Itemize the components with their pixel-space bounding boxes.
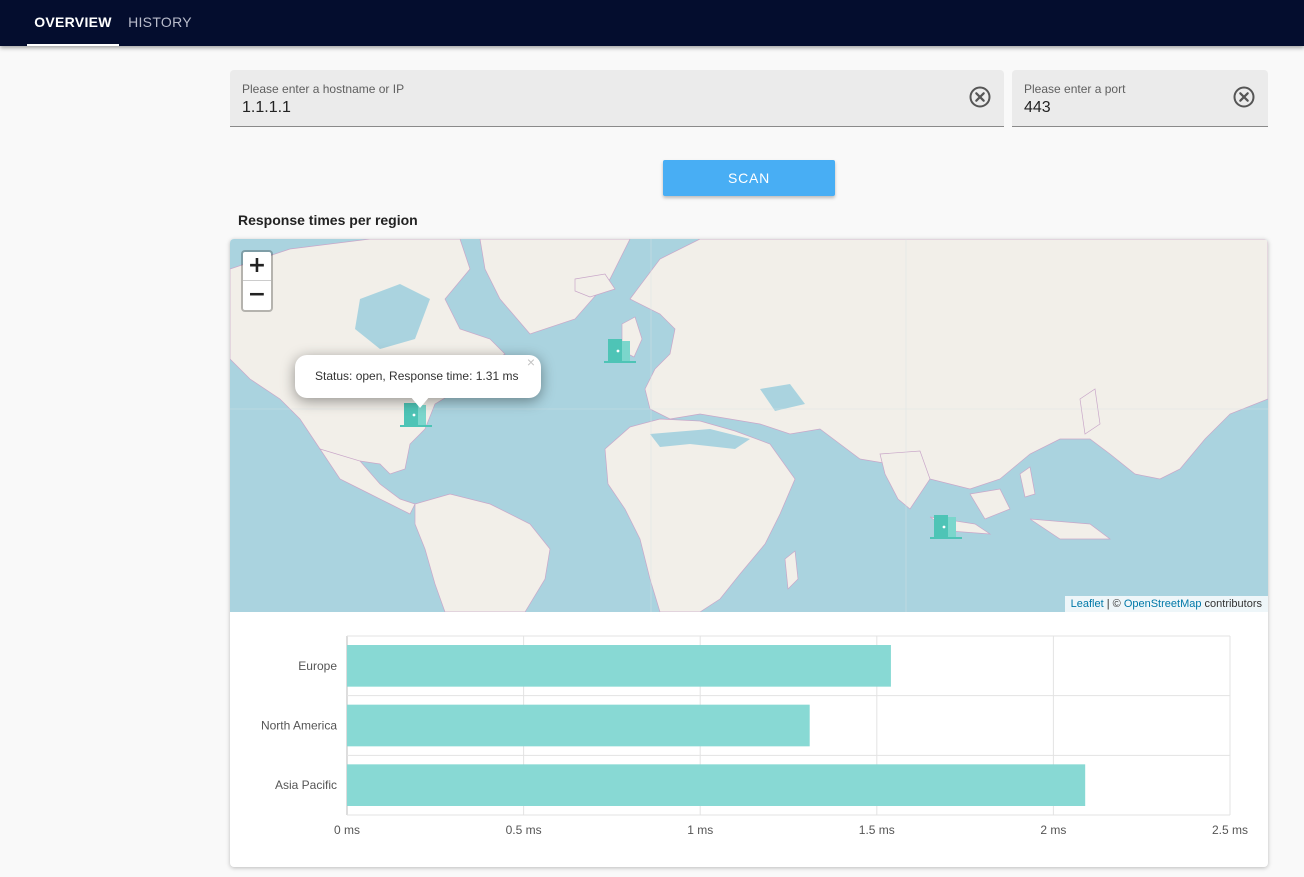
bar	[347, 645, 891, 687]
bar	[347, 704, 810, 747]
category-label: Europe	[298, 659, 337, 673]
category-label: Asia Pacific	[275, 778, 337, 792]
results-card: + − Status: open, Response time: 1.31 ms…	[230, 239, 1268, 867]
x-tick-label: 2.5 ms	[1212, 823, 1248, 837]
popup-tip	[410, 396, 430, 408]
scan-button[interactable]: SCAN	[663, 160, 835, 196]
zoom-out-button[interactable]: −	[243, 281, 271, 310]
map-tiles	[230, 239, 1268, 612]
x-tick-label: 0.5 ms	[506, 823, 542, 837]
world-map[interactable]: + − Status: open, Response time: 1.31 ms…	[230, 239, 1268, 612]
door-icon[interactable]	[604, 335, 636, 365]
hostname-input[interactable]	[242, 99, 862, 117]
hostname-field[interactable]: Please enter a hostname or IP	[230, 70, 1004, 127]
section-title: Response times per region	[238, 212, 418, 228]
hostname-label: Please enter a hostname or IP	[242, 82, 405, 96]
tab-history[interactable]: HISTORY	[119, 0, 201, 46]
leaflet-link[interactable]: Leaflet	[1071, 598, 1104, 610]
popup-text: Status: open, Response time: 1.31 ms	[315, 369, 519, 383]
attribution-separator: | ©	[1103, 598, 1124, 610]
zoom-in-button[interactable]: +	[243, 252, 271, 281]
marker-popup: Status: open, Response time: 1.31 ms ×	[295, 354, 541, 398]
x-tick-label: 0 ms	[334, 823, 360, 837]
x-tick-label: 2 ms	[1040, 823, 1066, 837]
clear-circle-icon[interactable]	[1232, 85, 1256, 109]
attribution-suffix: contributors	[1201, 598, 1262, 610]
port-input[interactable]	[1024, 99, 1229, 117]
port-field[interactable]: Please enter a port	[1012, 70, 1268, 127]
port-label: Please enter a port	[1024, 82, 1126, 96]
door-icon[interactable]	[930, 511, 962, 541]
x-tick-label: 1.5 ms	[859, 823, 895, 837]
clear-circle-icon[interactable]	[968, 85, 992, 109]
osm-link[interactable]: OpenStreetMap	[1124, 598, 1202, 610]
map-attribution: Leaflet | © OpenStreetMap contributors	[1064, 596, 1268, 612]
x-tick-label: 1 ms	[687, 823, 713, 837]
bar	[347, 764, 1086, 806]
response-time-chart: 0 ms 0.5 ms 1 ms 1.5 ms 2 ms 2.5 ms Europe Nort…	[261, 635, 1248, 837]
zoom-control: + −	[241, 250, 273, 312]
tab-overview[interactable]: OVERVIEW	[27, 0, 119, 46]
popup-close-button[interactable]: ×	[527, 341, 535, 384]
category-label: North America	[261, 719, 337, 733]
top-app-bar: OVERVIEW HISTORY	[0, 0, 1304, 46]
